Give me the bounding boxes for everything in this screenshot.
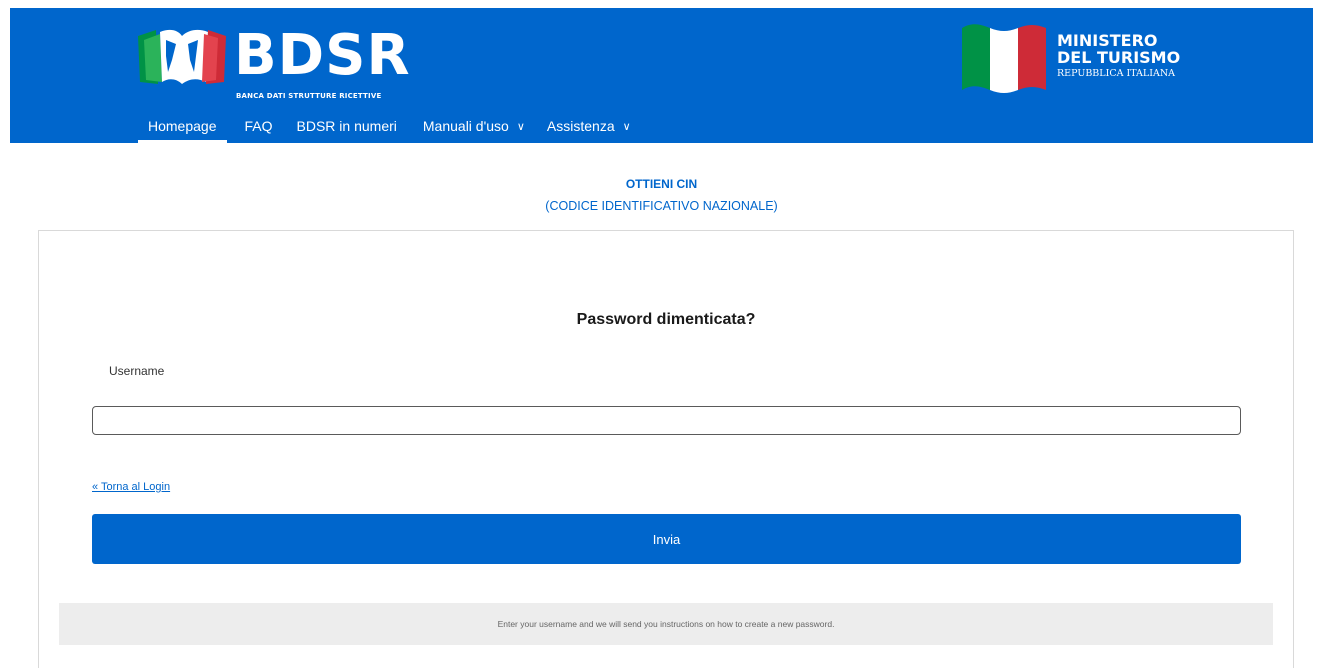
forgot-password-card: Password dimenticata? Username « Torna a… [38,230,1294,668]
ministry-republic: REPUBBLICA ITALIANA [1057,68,1176,79]
nav-bdsr-numbers[interactable]: BDSR in numeri [287,110,407,143]
page-title: OTTIENI CIN [625,177,698,191]
form-heading: Password dimenticata? [576,311,756,328]
main-nav: Homepage FAQ BDSR in numeri Manuali d'us… [138,110,641,143]
bdsr-logo[interactable]: BDSR BANCA DATI STRUTTURE RICETTIVE [136,20,416,100]
nav-faq-label: FAQ [244,118,273,134]
chevron-down-icon: ∨ [622,121,631,133]
chevron-down-icon: ∨ [516,121,525,133]
nav-manuals-label: Manuali d'uso [422,118,509,134]
brand-name: BDSR [234,23,411,88]
nav-support-dropdown[interactable]: Assistenza ∨ [537,110,641,143]
submit-button[interactable]: Invia [92,514,1241,564]
nav-homepage[interactable]: Homepage [138,110,227,143]
ministry-logo[interactable]: MINISTERO DEL TURISMO REPUBBLICA ITALIAN… [960,20,1260,100]
ministry-name-line2: DEL TURISMO [1057,48,1181,67]
username-input[interactable] [92,406,1241,435]
page-subtitle: (CODICE IDENTIFICATIVO NAZIONALE) [545,199,778,213]
brand-tagline: BANCA DATI STRUTTURE RICETTIVE [236,92,382,100]
back-to-login-link[interactable]: « Torna al Login [92,481,170,493]
nav-manuals-dropdown[interactable]: Manuali d'uso ∨ [413,110,535,143]
italian-flag-icon [962,24,1046,93]
nav-numbers-label: BDSR in numeri [296,118,397,134]
nav-homepage-label: Homepage [148,118,217,134]
ministry-name-line1: MINISTERO [1057,31,1158,50]
info-message: Enter your username and we will send you… [59,603,1273,645]
nav-faq[interactable]: FAQ [235,110,283,143]
book-flag-icon [138,29,226,85]
nav-support-label: Assistenza [546,118,615,134]
username-label: Username [109,364,165,378]
site-header: BDSR BANCA DATI STRUTTURE RICETTIVE MINI… [10,8,1313,143]
